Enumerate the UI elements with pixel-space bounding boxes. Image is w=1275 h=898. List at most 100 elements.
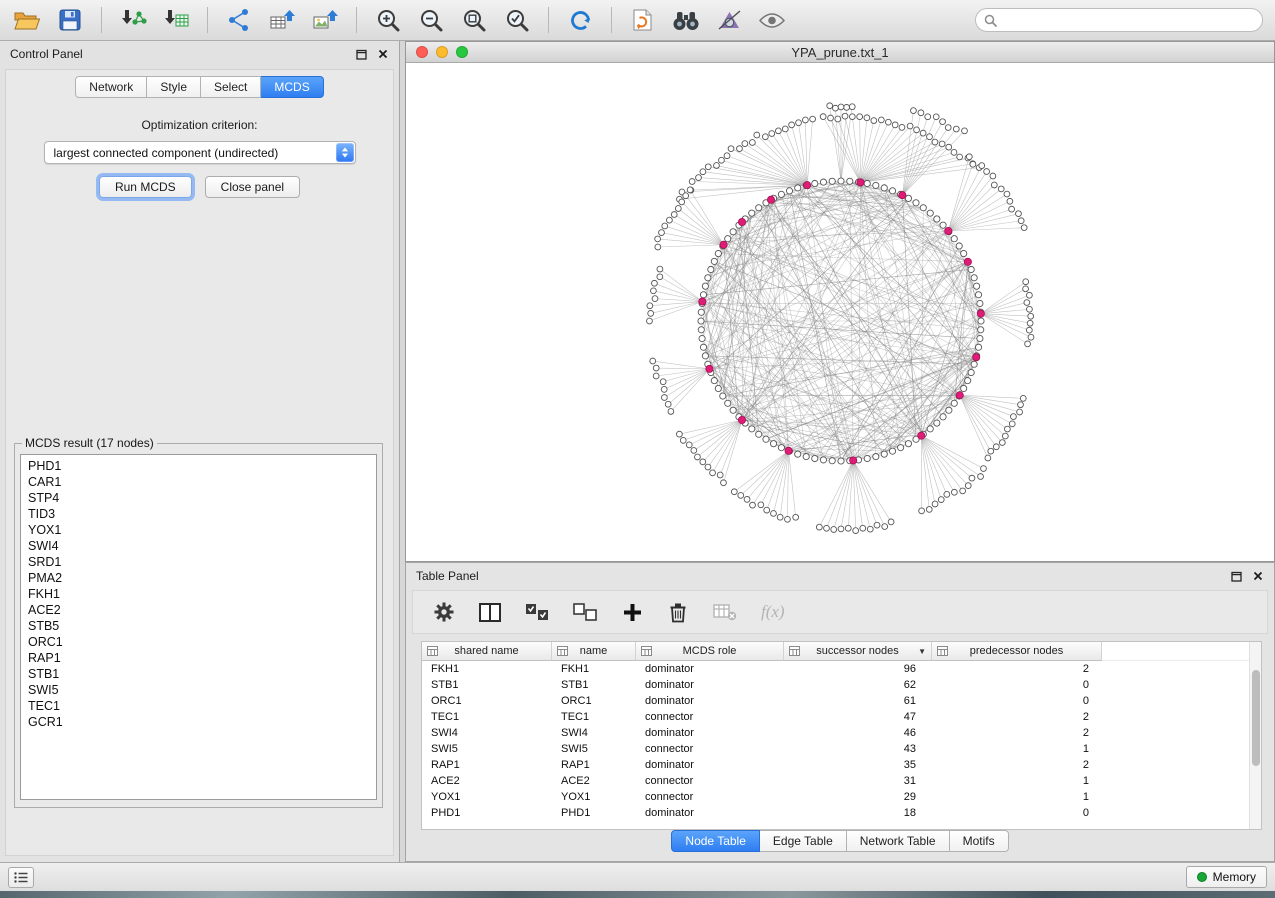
table-row[interactable]: STB1STB1dominator620 <box>422 677 1261 693</box>
close-window-icon[interactable] <box>416 46 428 58</box>
delete-table-button[interactable] <box>713 599 737 625</box>
result-node-item[interactable]: FKH1 <box>28 586 369 602</box>
table-row[interactable]: TEC1TEC1connector472 <box>422 709 1261 725</box>
maximize-window-icon[interactable] <box>456 46 468 58</box>
save-session-button[interactable] <box>55 4 85 36</box>
import-network-file-button[interactable] <box>118 4 148 36</box>
table-row[interactable]: SWI5SWI5connector431 <box>422 741 1261 757</box>
cell-mcds_role: connector <box>636 773 784 789</box>
minimize-window-icon[interactable] <box>436 46 448 58</box>
zoom-in-button[interactable] <box>373 4 403 36</box>
clone-network-button[interactable] <box>628 4 658 36</box>
table-row[interactable]: ORC1ORC1dominator610 <box>422 693 1261 709</box>
status-bar: Memory <box>0 862 1275 891</box>
function-builder-button[interactable]: f(x) <box>761 599 785 625</box>
cell-shared_name: YOX1 <box>422 789 552 805</box>
add-column-button[interactable] <box>621 599 643 625</box>
table-row[interactable]: YOX1YOX1connector291 <box>422 789 1261 805</box>
global-search[interactable] <box>975 8 1263 32</box>
delete-table-icon <box>713 604 737 621</box>
table-row[interactable]: RAP1RAP1dominator352 <box>422 757 1261 773</box>
tab-select[interactable]: Select <box>201 76 261 98</box>
table-row[interactable]: ACE2ACE2connector311 <box>422 773 1261 789</box>
run-mcds-button[interactable]: Run MCDS <box>99 176 192 198</box>
show-columns-button[interactable] <box>479 599 501 625</box>
close-panel-icon[interactable] <box>377 48 389 60</box>
mcds-result-list[interactable]: PHD1CAR1STP4TID3YOX1SWI4SRD1PMA2FKH1ACE2… <box>20 454 377 800</box>
float-panel-icon[interactable] <box>355 48 367 60</box>
toolbar-separator <box>611 7 612 33</box>
show-hide-button[interactable] <box>757 4 787 36</box>
select-all-icon <box>525 603 549 621</box>
result-node-item[interactable]: ORC1 <box>28 634 369 650</box>
result-node-item[interactable]: CAR1 <box>28 474 369 490</box>
close-table-panel-icon[interactable] <box>1252 570 1264 582</box>
result-node-item[interactable]: TEC1 <box>28 698 369 714</box>
table-settings-button[interactable] <box>433 599 455 625</box>
tab-network[interactable]: Network <box>75 76 147 98</box>
result-node-item[interactable]: RAP1 <box>28 650 369 666</box>
export-table-button[interactable] <box>267 4 297 36</box>
open-session-button[interactable] <box>12 4 42 36</box>
cell-successor_nodes: 96 <box>784 661 932 677</box>
status-menu-button[interactable] <box>8 867 34 888</box>
cell-mcds_role: dominator <box>636 693 784 709</box>
export-network-button[interactable] <box>224 4 254 36</box>
result-node-item[interactable]: SWI5 <box>28 682 369 698</box>
import-table-file-button[interactable] <box>161 4 191 36</box>
cell-shared_name: STB1 <box>422 677 552 693</box>
tab-mcds[interactable]: MCDS <box>261 76 323 98</box>
criterion-select[interactable]: largest connected component (undirected) <box>44 141 356 164</box>
result-node-item[interactable]: PMA2 <box>28 570 369 586</box>
table-row[interactable]: PHD1PHD1dominator180 <box>422 805 1261 821</box>
cell-predecessor_nodes: 1 <box>932 789 1102 805</box>
zoom-out-button[interactable] <box>416 4 446 36</box>
network-canvas[interactable] <box>406 63 1274 561</box>
table-scrollbar[interactable] <box>1249 642 1261 829</box>
close-panel-button[interactable]: Close panel <box>205 176 300 198</box>
search-input[interactable] <box>1003 13 1254 27</box>
select-all-button[interactable] <box>525 599 549 625</box>
find-button[interactable] <box>671 4 701 36</box>
network-window-titlebar[interactable]: YPA_prune.txt_1 <box>406 42 1274 63</box>
delete-column-button[interactable] <box>667 599 689 625</box>
column-header-successor-nodes[interactable]: successor nodes ▼ <box>784 642 932 661</box>
column-header-predecessor-nodes[interactable]: predecessor nodes <box>932 642 1102 661</box>
table-row[interactable]: SWI4SWI4dominator462 <box>422 725 1261 741</box>
diagram-button[interactable] <box>714 4 744 36</box>
result-node-item[interactable]: SWI4 <box>28 538 369 554</box>
result-node-item[interactable]: STP4 <box>28 490 369 506</box>
table-tab-node-table[interactable]: Node Table <box>671 830 760 852</box>
deselect-all-button[interactable] <box>573 599 597 625</box>
result-node-item[interactable]: SRD1 <box>28 554 369 570</box>
table-row[interactable]: FKH1FKH1dominator962 <box>422 661 1261 677</box>
network-graph[interactable] <box>406 63 1274 561</box>
float-table-panel-icon[interactable] <box>1230 570 1242 582</box>
scrollbar-thumb[interactable] <box>1252 670 1260 766</box>
tab-style[interactable]: Style <box>147 76 201 98</box>
header-filler <box>1102 642 1261 661</box>
apply-layout-button[interactable] <box>565 4 595 36</box>
binoculars-icon <box>672 10 700 31</box>
result-node-item[interactable]: GCR1 <box>28 714 369 730</box>
column-header-shared-name[interactable]: shared name <box>422 642 552 661</box>
control-panel: Control Panel NetworkStyleSelectMCDS Opt… <box>0 41 400 862</box>
result-node-item[interactable]: STB1 <box>28 666 369 682</box>
result-node-item[interactable]: PHD1 <box>28 458 369 474</box>
table-tab-edge-table[interactable]: Edge Table <box>760 830 847 852</box>
column-header-name[interactable]: name <box>552 642 636 661</box>
zoom-selected-button[interactable] <box>502 4 532 36</box>
cell-mcds_role: connector <box>636 789 784 805</box>
result-node-item[interactable]: STB5 <box>28 618 369 634</box>
export-image-button[interactable] <box>310 4 340 36</box>
table-tab-network-table[interactable]: Network Table <box>847 830 950 852</box>
table-tab-motifs[interactable]: Motifs <box>950 830 1009 852</box>
cell-name: RAP1 <box>552 757 636 773</box>
result-node-item[interactable]: ACE2 <box>28 602 369 618</box>
zoom-fit-button[interactable] <box>459 4 489 36</box>
export-network-icon <box>227 8 251 32</box>
result-node-item[interactable]: TID3 <box>28 506 369 522</box>
column-header-mcds-role[interactable]: MCDS role <box>636 642 784 661</box>
memory-button[interactable]: Memory <box>1186 866 1267 888</box>
result-node-item[interactable]: YOX1 <box>28 522 369 538</box>
